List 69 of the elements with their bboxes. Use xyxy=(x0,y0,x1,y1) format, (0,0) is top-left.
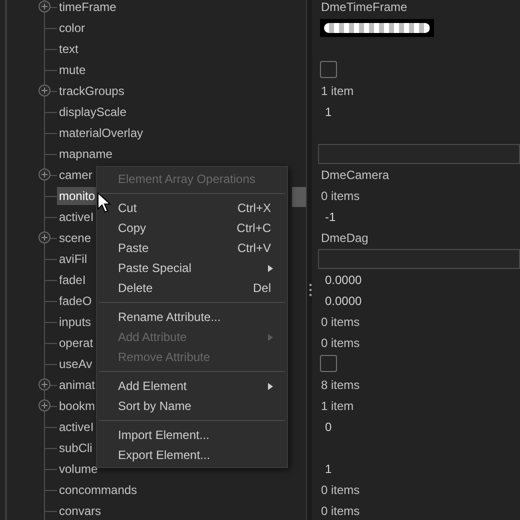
attribute-value: 0.0000 xyxy=(324,272,362,288)
attribute-value: 0 xyxy=(324,418,332,436)
attribute-name[interactable]: mapname xyxy=(57,144,114,162)
menu-item[interactable]: Export Element... xyxy=(97,445,287,465)
expand-icon[interactable] xyxy=(38,231,51,244)
expand-icon[interactable] xyxy=(38,0,51,13)
submenu-arrow-icon xyxy=(268,382,273,390)
mouse-cursor-icon xyxy=(97,192,111,213)
menu-item[interactable]: Sort by Name xyxy=(97,396,287,416)
attribute-name[interactable]: materialOverlay xyxy=(57,124,146,142)
checkbox[interactable] xyxy=(320,355,337,372)
attribute-name[interactable]: convars xyxy=(57,502,104,520)
submenu-arrow-icon xyxy=(268,334,273,340)
attribute-name[interactable]: concommands xyxy=(57,480,140,498)
expand-icon[interactable] xyxy=(38,168,51,181)
menu-item[interactable]: Delete Del xyxy=(97,278,287,298)
splitter-grip-icon[interactable] xyxy=(309,283,312,297)
attribute-value: 1 xyxy=(324,460,332,478)
attribute-name[interactable]: mute xyxy=(57,60,88,78)
menu-item[interactable]: Paste Ctrl+V xyxy=(97,238,287,258)
menu-item[interactable]: Add Element xyxy=(97,376,287,396)
attribute-name[interactable]: camer xyxy=(57,166,94,184)
menu-item[interactable]: Rename Attribute... xyxy=(97,307,287,327)
attribute-value: -1 xyxy=(324,208,336,226)
menu-item[interactable]: Import Element... xyxy=(97,425,287,445)
attribute-name[interactable]: inputs xyxy=(57,312,94,330)
attribute-value: 1 item xyxy=(320,398,354,414)
attribute-name[interactable]: displayScale xyxy=(57,102,128,120)
attribute-name[interactable]: fadeO xyxy=(57,292,94,310)
text-field[interactable] xyxy=(318,248,520,268)
color-swatch[interactable] xyxy=(320,18,434,36)
attribute-value: 0 items xyxy=(320,188,360,204)
expand-icon[interactable] xyxy=(38,84,51,97)
attribute-name[interactable]: useAv xyxy=(57,354,94,372)
attribute-value: 8 items xyxy=(320,376,360,394)
attribute-value: 0 items xyxy=(320,314,360,330)
submenu-arrow-icon xyxy=(268,264,273,272)
attribute-name[interactable]: scene xyxy=(57,228,94,246)
attribute-name[interactable]: operat xyxy=(57,334,96,352)
attribute-value: 0 items xyxy=(320,482,360,498)
attribute-value: DmeDag xyxy=(320,230,368,246)
attribute-value: 0 items xyxy=(320,334,360,352)
menu-item[interactable]: Copy Ctrl+C xyxy=(97,218,287,238)
expand-icon[interactable] xyxy=(38,378,51,391)
attribute-value: DmeCamera xyxy=(320,166,390,184)
attribute-name[interactable]: timeFrame xyxy=(57,0,118,16)
attribute-name[interactable]: trackGroups xyxy=(57,82,126,100)
attribute-name[interactable]: animat xyxy=(57,376,98,394)
text-field[interactable] xyxy=(318,144,520,164)
attribute-value: DmeTimeFrame xyxy=(320,0,408,16)
menu-item[interactable]: Paste Special xyxy=(97,258,287,278)
attribute-name[interactable]: activeI xyxy=(57,418,96,436)
attribute-name[interactable]: aviFil xyxy=(57,250,90,268)
attribute-name[interactable]: text xyxy=(57,40,80,58)
checkbox[interactable] xyxy=(320,61,337,78)
attribute-name[interactable]: activeI xyxy=(57,208,96,226)
expand-icon[interactable] xyxy=(38,399,51,412)
menu-header: Element Array Operations xyxy=(117,171,256,188)
attribute-value: 1 item xyxy=(320,82,354,100)
attribute-value: 0 items xyxy=(320,502,360,520)
scrollbar-thumb[interactable] xyxy=(292,187,306,207)
attribute-name[interactable]: fadeI xyxy=(57,270,88,288)
attribute-name[interactable]: volume xyxy=(57,460,100,478)
attribute-name[interactable]: color xyxy=(57,18,88,36)
attribute-value: 1 xyxy=(324,104,332,120)
attribute-name[interactable]: bookm xyxy=(57,396,98,414)
attribute-name[interactable]: monito xyxy=(57,186,98,204)
attribute-name[interactable]: subCli xyxy=(57,438,94,456)
attribute-value: 0.0000 xyxy=(324,292,362,310)
